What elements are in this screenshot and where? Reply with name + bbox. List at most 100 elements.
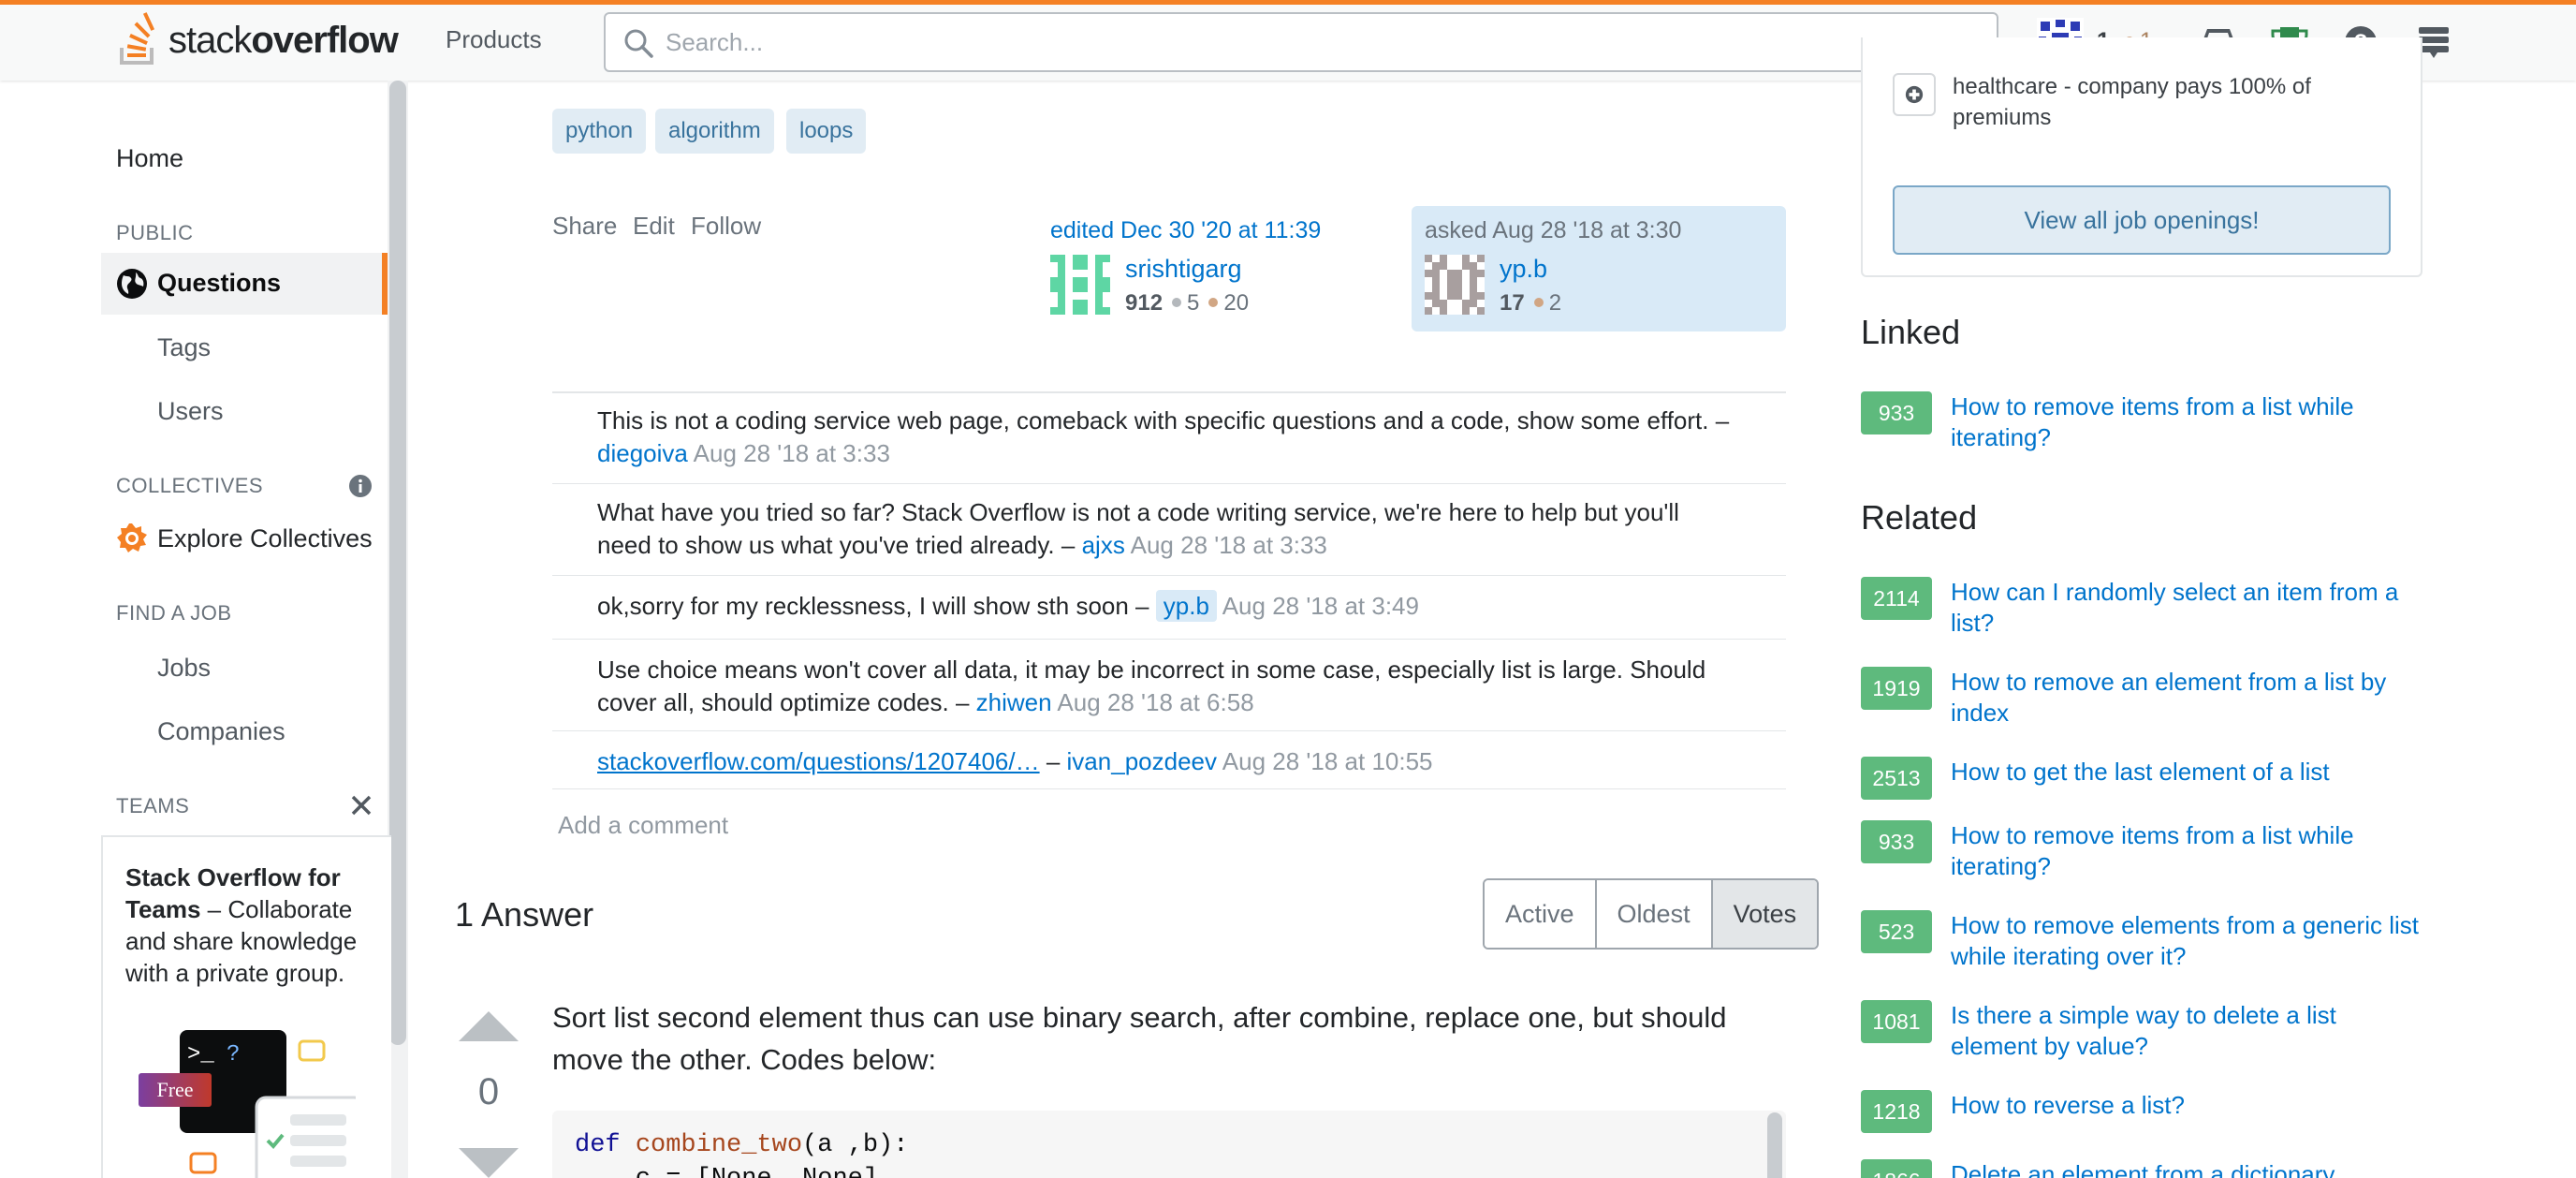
- edited-timestamp[interactable]: edited Dec 30 '20 at 11:39: [1050, 217, 1321, 244]
- nav-explore-collectives[interactable]: Explore Collectives: [157, 524, 373, 553]
- stackoverflow-logo-icon: [120, 12, 155, 65]
- info-icon[interactable]: [348, 474, 373, 498]
- comment-user[interactable]: ivan_pozdeev: [1067, 747, 1217, 775]
- comment-date[interactable]: Aug 28 '18 at 3:33: [1131, 531, 1327, 559]
- job-benefit-text: healthcare - company pays 100% of premiu…: [1953, 74, 2311, 130]
- nav-questions-label: Questions: [157, 269, 282, 297]
- comment-user[interactable]: diegoiva: [597, 439, 688, 467]
- comment-divider: [552, 483, 1786, 484]
- comment-date[interactable]: Aug 28 '18 at 3:33: [694, 439, 890, 467]
- question-link[interactable]: How can I randomly select an item from a…: [1951, 577, 2422, 639]
- question-link[interactable]: Delete an element from a dictionary: [1951, 1159, 2422, 1178]
- code-line: c = [None, None]: [575, 1165, 878, 1178]
- comment-date[interactable]: Aug 28 '18 at 10:55: [1222, 747, 1433, 775]
- products-menu[interactable]: Products: [446, 25, 542, 54]
- downvote-arrow-icon[interactable]: [459, 1148, 519, 1178]
- follow-link[interactable]: Follow: [691, 212, 761, 241]
- edit-link[interactable]: Edit: [633, 212, 675, 241]
- comment: This is not a coding service web page, c…: [597, 406, 1730, 467]
- asker-name[interactable]: yp.b: [1500, 255, 1547, 284]
- nav-teams-heading: TEAMS: [116, 794, 190, 817]
- asked-signature: asked Aug 28 '18 at 3:30 yp.b 17 2: [1412, 206, 1786, 331]
- question-score: 523: [1861, 910, 1932, 953]
- nav-find-job-heading: FIND A JOB: [116, 601, 232, 625]
- nav-home[interactable]: Home: [116, 144, 183, 173]
- comment: Use choice means won't cover all data, i…: [597, 655, 1706, 716]
- code-line: def combine_two(a ,b):: [575, 1131, 909, 1159]
- editor-avatar[interactable]: [1050, 255, 1110, 315]
- bronze-badge-icon: [1208, 298, 1219, 307]
- comment: ok,sorry for my recklessness, I will sho…: [597, 590, 1419, 622]
- question-score: 2513: [1861, 757, 1932, 800]
- tag-python[interactable]: python: [552, 109, 647, 154]
- code-block: def combine_two(a ,b): c = [None, None]: [552, 1111, 1786, 1178]
- comment-divider: [552, 639, 1786, 640]
- question-score: 1919: [1861, 667, 1932, 710]
- comment-user[interactable]: yp.b: [1155, 590, 1217, 622]
- add-comment-link[interactable]: Add a comment: [558, 811, 728, 840]
- view-all-jobs-button[interactable]: View all job openings!: [1893, 185, 2391, 255]
- comment-user[interactable]: zhiwen: [976, 688, 1052, 716]
- nav-questions[interactable]: Questions: [101, 253, 388, 315]
- sort-oldest-button[interactable]: Oldest: [1596, 880, 1713, 948]
- search-box[interactable]: [604, 12, 1998, 72]
- sort-votes-button[interactable]: Votes: [1712, 880, 1818, 948]
- answer-sort-tabs: Active Oldest Votes: [1483, 878, 1820, 950]
- question-link[interactable]: How to remove items from a list while it…: [1951, 391, 2422, 453]
- free-badge: Free: [139, 1073, 212, 1107]
- comment-date[interactable]: Aug 28 '18 at 3:49: [1222, 592, 1419, 620]
- editor-name[interactable]: srishtigarg: [1125, 255, 1242, 284]
- question-score: 2114: [1861, 577, 1932, 620]
- asker-avatar[interactable]: [1425, 255, 1485, 315]
- svg-text:>_: >_: [187, 1042, 214, 1068]
- answer-body: Sort list second element thus can use bi…: [552, 1001, 1727, 1076]
- comments-section: [552, 391, 1786, 393]
- question-score: 933: [1861, 820, 1932, 863]
- comment-date[interactable]: Aug 28 '18 at 6:58: [1057, 688, 1253, 716]
- comment-divider: [552, 730, 1786, 731]
- related-heading: Related: [1861, 498, 1978, 537]
- question-link[interactable]: How to remove elements from a generic li…: [1951, 910, 2422, 972]
- question-link[interactable]: How to reverse a list?: [1951, 1090, 2422, 1121]
- question-link[interactable]: How to remove an element from a list by …: [1951, 667, 2422, 729]
- question-score: 1866: [1861, 1159, 1932, 1178]
- question-link[interactable]: Is there a simple way to delete a list e…: [1951, 1000, 2422, 1062]
- linked-heading: Linked: [1861, 313, 1961, 351]
- svg-text:?: ?: [227, 1042, 240, 1068]
- asked-timestamp[interactable]: asked Aug 28 '18 at 3:30: [1425, 217, 1681, 244]
- teams-promo-card[interactable]: Stack Overflow for Teams – Collaborate a…: [101, 835, 391, 1178]
- nav-users[interactable]: Users: [157, 397, 224, 426]
- question-link[interactable]: How to remove items from a list while it…: [1951, 820, 2422, 882]
- vote-count: 0: [477, 1071, 500, 1112]
- nav-jobs[interactable]: Jobs: [157, 654, 211, 683]
- nav-public-heading: PUBLIC: [116, 221, 194, 244]
- question-score: 1218: [1861, 1090, 1932, 1133]
- editor-reputation: 912 5 20: [1125, 290, 1250, 316]
- question-score: 1081: [1861, 1000, 1932, 1043]
- comment: What have you tried so far? Stack Overfl…: [597, 498, 1679, 559]
- search-input[interactable]: [666, 27, 1957, 57]
- answers-count-heading: 1 Answer: [455, 895, 594, 934]
- comment: stackoverflow.com/questions/1207406/… – …: [597, 747, 1433, 775]
- tag-algorithm[interactable]: algorithm: [655, 109, 774, 154]
- bronze-badge-icon: [1533, 298, 1544, 307]
- stackoverflow-logo[interactable]: stackoverflow: [114, 10, 399, 70]
- related-question[interactable]: 1866 Delete an element from a dictionary: [1861, 1159, 2422, 1178]
- sort-active-button[interactable]: Active: [1485, 880, 1597, 948]
- comment-link[interactable]: stackoverflow.com/questions/1207406/…: [597, 747, 1040, 775]
- asker-reputation: 17 2: [1500, 290, 1562, 316]
- close-icon[interactable]: [350, 794, 373, 817]
- question-link[interactable]: How to get the last element of a list: [1951, 757, 2422, 788]
- healthcare-icon: [1893, 73, 1936, 116]
- collectives-icon: [117, 523, 147, 552]
- logo-text: stackoverflow: [168, 19, 399, 61]
- sidebar-scrollbar-thumb[interactable]: [389, 81, 406, 1045]
- globe-icon: [117, 269, 147, 299]
- code-scrollbar[interactable]: [1767, 1112, 1782, 1178]
- nav-companies[interactable]: Companies: [157, 717, 285, 746]
- share-link[interactable]: Share: [552, 212, 617, 241]
- nav-tags[interactable]: Tags: [157, 333, 211, 362]
- comment-user[interactable]: ajxs: [1082, 531, 1125, 559]
- tag-loops[interactable]: loops: [786, 109, 867, 154]
- upvote-arrow-icon[interactable]: [459, 1011, 519, 1041]
